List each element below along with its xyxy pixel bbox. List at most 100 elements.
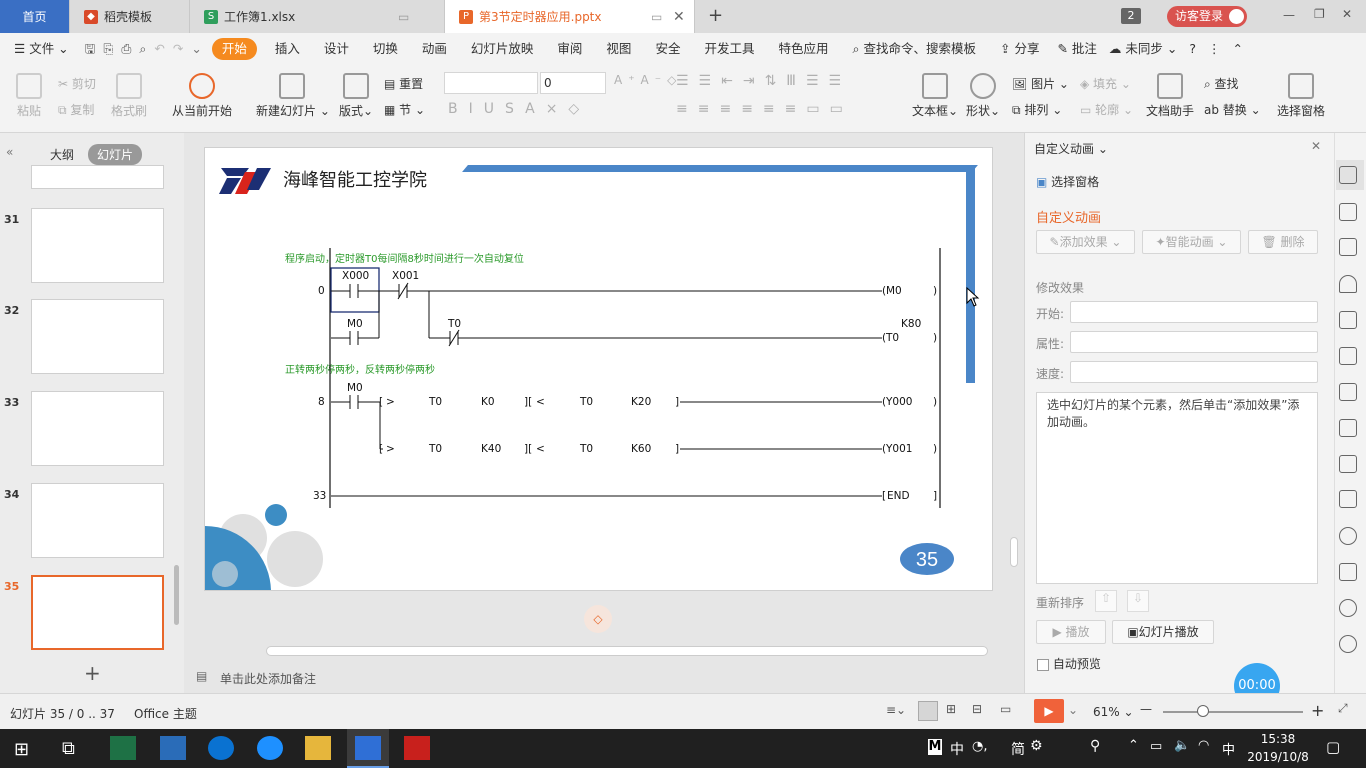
- zoom-slider-thumb[interactable]: [1197, 705, 1209, 717]
- reading-view-icon[interactable]: ⊟: [972, 702, 982, 716]
- font-name-select[interactable]: [444, 72, 538, 94]
- close-panel-icon[interactable]: ✕: [1311, 139, 1321, 153]
- menu-transition[interactable]: 切换: [361, 33, 410, 65]
- tab-presentation[interactable]: P 第3节定时器应用.pptx ▭ ✕: [445, 0, 695, 33]
- network-icon[interactable]: ◠: [1198, 738, 1209, 753]
- restore-tab-icon[interactable]: ▭: [651, 10, 662, 24]
- slide-thumbnail-33[interactable]: [31, 391, 164, 466]
- battery-icon[interactable]: ▭: [1150, 739, 1162, 754]
- zoom-in-icon[interactable]: +: [1311, 701, 1324, 720]
- animation-list[interactable]: 选中幻灯片的某个元素，然后单击“添加效果”添加动画。: [1036, 392, 1318, 584]
- start-select[interactable]: [1070, 301, 1318, 323]
- menu-features[interactable]: 特色应用: [766, 33, 840, 65]
- collapse-panel-icon[interactable]: «: [6, 145, 13, 159]
- edge-browser-icon[interactable]: [208, 736, 234, 760]
- find-button[interactable]: ⌕ 查找: [1204, 75, 1239, 92]
- play-button[interactable]: ▶ 播放: [1036, 620, 1106, 644]
- help-icon[interactable]: ?: [1183, 33, 1202, 65]
- ime-settings-icon[interactable]: ⚙: [1030, 738, 1043, 754]
- normal-view-icon[interactable]: [918, 701, 938, 721]
- tab-home[interactable]: 首页: [0, 0, 70, 33]
- maximize-icon[interactable]: ❐: [1314, 7, 1325, 21]
- slide-style-icon[interactable]: [1339, 203, 1357, 221]
- ime-punct-icon[interactable]: ◔,: [972, 739, 987, 754]
- slide[interactable]: 海峰智能工控学院 程序启动，定时器T0每间隔8秒时间进行一次自动复位 正转两秒停…: [204, 147, 993, 591]
- picture-tool-icon[interactable]: [1339, 490, 1357, 508]
- slide-sorter-icon[interactable]: ⊞: [946, 702, 956, 716]
- fill-tool-icon[interactable]: [1339, 275, 1357, 293]
- share-tool-icon[interactable]: [1339, 419, 1357, 437]
- slideshow-play-button[interactable]: ▣幻灯片播放: [1112, 620, 1214, 644]
- shape-button[interactable]: 形状⌄: [966, 73, 1000, 119]
- outline-tab[interactable]: 大纲: [50, 146, 74, 163]
- move-up-icon[interactable]: ⇧: [1095, 590, 1117, 612]
- selection-pane-button[interactable]: 选择窗格: [1274, 73, 1328, 119]
- clock-time[interactable]: 15:38: [1248, 732, 1308, 746]
- more-icon[interactable]: ⋮: [1202, 33, 1227, 65]
- wps-writer-icon[interactable]: [355, 736, 381, 760]
- slideshow-dropdown-icon[interactable]: ⌄: [1068, 703, 1078, 717]
- play-from-current-button[interactable]: 从当前开始: [166, 73, 238, 119]
- textbox-button[interactable]: 文本框⌄: [912, 73, 958, 119]
- comment-button[interactable]: ✎ 批注: [1051, 33, 1102, 65]
- shape-tool-icon[interactable]: [1339, 238, 1357, 256]
- history-icon[interactable]: [1339, 599, 1357, 617]
- settings-sliders-icon[interactable]: [1339, 347, 1357, 365]
- menu-insert[interactable]: 插入: [263, 33, 312, 65]
- image-tool-icon[interactable]: [1339, 383, 1357, 401]
- arrange-button[interactable]: ⧉ 排列 ⌄: [1012, 101, 1062, 118]
- restore-tab-icon[interactable]: ▭: [398, 10, 409, 24]
- print-preview-icon[interactable]: ⌕: [135, 33, 150, 65]
- paste-button[interactable]: 粘贴: [12, 73, 46, 119]
- new-slide-button[interactable]: 新建幻灯片 ⌄: [256, 73, 330, 119]
- list-indent-icons[interactable]: ☰☰⇤⇥⇅Ⅲ☰☰: [676, 73, 851, 89]
- clock-date[interactable]: 2019/10/8: [1240, 750, 1316, 764]
- notification-center-icon[interactable]: ▢: [1326, 738, 1340, 756]
- align-icons[interactable]: ≡≡≡≡≡≡▭▭: [676, 101, 853, 117]
- layout-button[interactable]: 版式⌄: [338, 73, 374, 119]
- font-size-select[interactable]: 0: [540, 72, 606, 94]
- volume-icon[interactable]: 🔈: [1174, 738, 1190, 753]
- thumbnail-scrollbar[interactable]: [174, 565, 179, 625]
- login-button[interactable]: 访客登录: [1167, 6, 1247, 27]
- slideshow-play-icon[interactable]: ▶: [1034, 699, 1064, 723]
- search-command[interactable]: ⌕ 查找命令、搜索模板: [840, 33, 988, 65]
- quick-access-dropdown-icon[interactable]: ⌄: [187, 33, 205, 65]
- calculator-icon[interactable]: [110, 736, 136, 760]
- fit-window-icon[interactable]: ⤢: [1338, 701, 1348, 716]
- layout-grid-icon[interactable]: [1339, 311, 1357, 329]
- doc-helper-button[interactable]: 文档助手: [1144, 73, 1196, 119]
- people-icon[interactable]: ⚲: [1090, 738, 1100, 754]
- copy-button[interactable]: ⧉ 复制: [58, 101, 94, 118]
- notes-view-icon[interactable]: ▭: [1000, 702, 1011, 716]
- file-explorer-icon[interactable]: [305, 736, 331, 760]
- save-icon[interactable]: 🖫: [81, 33, 100, 65]
- collapse-ribbon-icon[interactable]: ⌃: [1227, 33, 1249, 65]
- new-tab-icon[interactable]: +: [708, 5, 723, 26]
- property-select[interactable]: [1070, 331, 1318, 353]
- slide-thumbnail[interactable]: [31, 165, 164, 189]
- speed-select[interactable]: [1070, 361, 1318, 383]
- panel-title[interactable]: 自定义动画 ⌄: [1034, 140, 1108, 157]
- add-slide-button[interactable]: +: [84, 661, 101, 685]
- zoom-select[interactable]: 61% ⌄: [1093, 705, 1134, 719]
- slide-thumbnail-35[interactable]: [31, 575, 164, 650]
- undo-icon[interactable]: ↶: [150, 33, 168, 65]
- slide-thumbnail-31[interactable]: [31, 208, 164, 283]
- close-window-icon[interactable]: ✕: [1342, 7, 1352, 21]
- minimize-icon[interactable]: —: [1283, 8, 1295, 22]
- selection-pane-link[interactable]: ▣ 选择窗格: [1036, 173, 1099, 190]
- show-hidden-icons[interactable]: ⌃: [1128, 738, 1139, 753]
- notes-toggle-icon[interactable]: ≡⌄: [886, 703, 906, 717]
- zoom-slider[interactable]: [1163, 711, 1303, 713]
- menu-security[interactable]: 安全: [643, 33, 692, 65]
- file-menu[interactable]: ☰ 文件 ⌄: [0, 33, 81, 65]
- wps-assistant-icon[interactable]: ◇: [584, 605, 612, 633]
- menu-home[interactable]: 开始: [211, 38, 257, 60]
- vertical-scrollbar[interactable]: [1010, 537, 1018, 567]
- tab-workbook[interactable]: S 工作簿1.xlsx ▭: [190, 0, 445, 33]
- menu-review[interactable]: 审阅: [545, 33, 594, 65]
- format-painter-button[interactable]: 格式刷: [108, 73, 150, 119]
- smart-animation-button[interactable]: ✦智能动画 ⌄: [1142, 230, 1241, 254]
- slide-thumbnail-32[interactable]: [31, 299, 164, 374]
